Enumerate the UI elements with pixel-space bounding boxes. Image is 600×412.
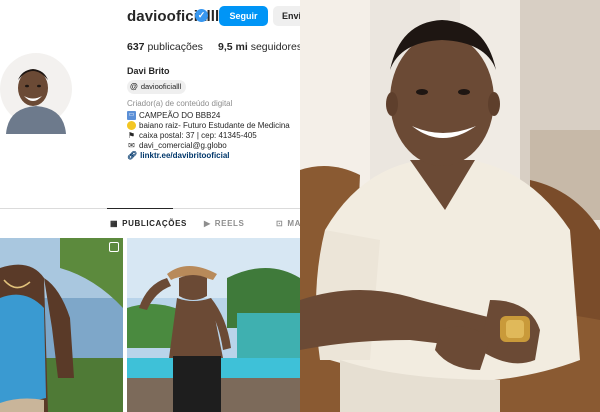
bio-line: baiano raiz- Futuro Estudante de Medicin… — [127, 121, 290, 130]
sun-icon — [127, 121, 136, 130]
follow-button[interactable]: Seguir — [219, 6, 268, 26]
threads-icon: @ — [130, 82, 138, 91]
threads-badge[interactable]: @ daviooficialll — [127, 80, 187, 94]
mailbox-icon: ⚑ — [127, 131, 136, 140]
profile-avatar[interactable] — [0, 44, 72, 134]
bio-line: ⚑ caixa postal: 37 | cep: 41345-405 — [127, 131, 257, 140]
tab-posts[interactable]: ▦ PUBLICAÇÕES — [110, 219, 187, 228]
bio-text: davi_comercial@g.globo — [139, 141, 227, 150]
profile-link[interactable]: 🔗︎ linktr.ee/davibritooficial — [127, 151, 230, 160]
posts-count: 637 publicações — [127, 41, 203, 53]
posts-count-value: 637 — [127, 41, 145, 53]
tab-label: REELS — [214, 219, 245, 228]
portrait-photo — [300, 0, 600, 412]
active-tab-indicator — [107, 208, 173, 209]
bio-line: ✉ davi_comercial@g.globo — [127, 141, 227, 150]
reel-badge-icon — [109, 242, 119, 252]
message-button[interactable]: Envia — [273, 6, 300, 26]
instagram-profile-screenshot: daviooficialll ✓ Seguir Envia 637 public… — [0, 0, 300, 412]
threads-handle: daviooficialll — [140, 82, 182, 91]
bio-text: CAMPEÃO DO BBB24 — [139, 111, 221, 120]
verified-badge-icon: ✓ — [195, 9, 208, 22]
posts-count-label: publicações — [147, 41, 203, 53]
tv-icon: ▭ — [127, 111, 136, 120]
tab-tagged[interactable]: ⊡ MAR — [276, 219, 300, 228]
bio-text: caixa postal: 37 | cep: 41345-405 — [139, 131, 257, 140]
post-thumbnail[interactable] — [127, 238, 300, 412]
followers-count-value: 9,5 mi — [218, 41, 248, 53]
followers-count[interactable]: 9,5 mi seguidores — [218, 41, 300, 53]
profile-full-name: Davi Brito — [127, 66, 170, 76]
tag-icon: ⊡ — [276, 219, 284, 228]
tab-reels[interactable]: ▶ REELS — [204, 219, 244, 228]
grid-icon: ▦ — [110, 219, 119, 228]
reels-icon: ▶ — [204, 219, 211, 228]
tab-label: PUBLICAÇÕES — [122, 219, 187, 228]
bio-line: ▭ CAMPEÃO DO BBB24 — [127, 111, 220, 120]
post-thumbnail[interactable] — [0, 238, 123, 412]
envelope-icon: ✉ — [128, 141, 135, 150]
bio-text: baiano raiz- Futuro Estudante de Medicin… — [139, 121, 290, 130]
link-icon: 🔗︎ — [127, 151, 138, 160]
followers-count-label: seguidores — [250, 41, 300, 53]
profile-category: Criador(a) de conteúdo digital — [127, 99, 233, 108]
tab-label: MAR — [287, 219, 300, 228]
profile-link-text: linktr.ee/davibritooficial — [140, 151, 230, 160]
